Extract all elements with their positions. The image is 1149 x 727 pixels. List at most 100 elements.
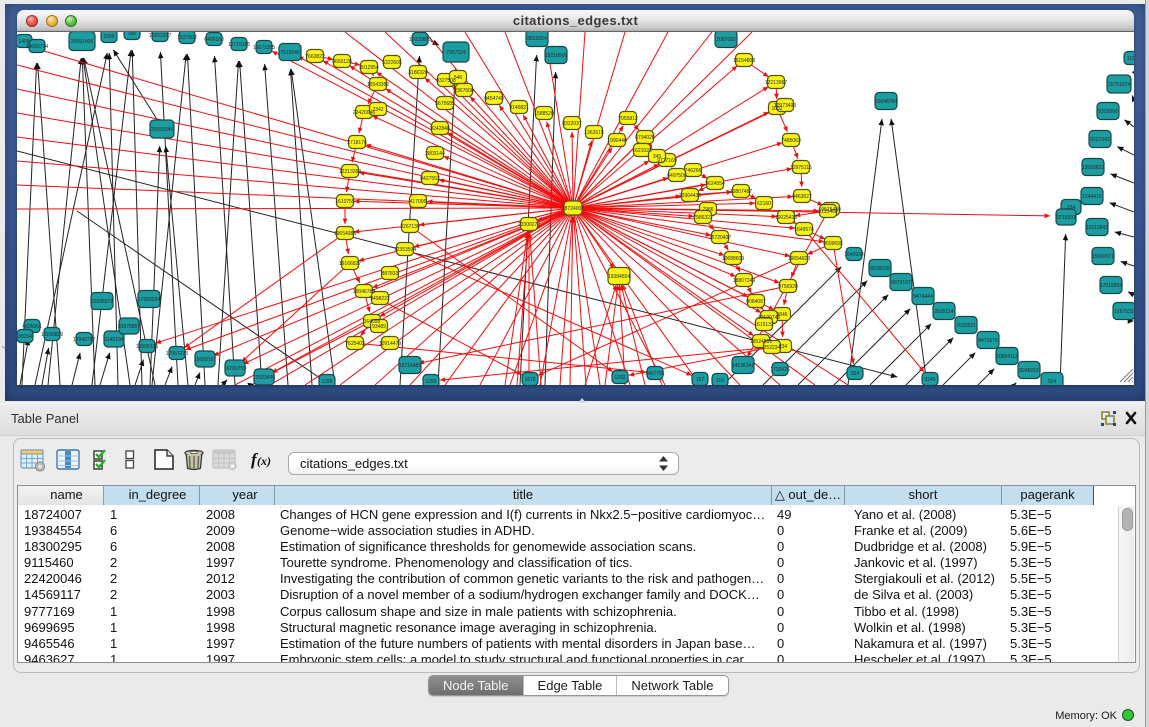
svg-text:1649574: 1649574 xyxy=(794,227,814,233)
svg-text:12942757: 12942757 xyxy=(73,337,95,343)
svg-text:3186328: 3186328 xyxy=(408,70,428,76)
svg-text:8427552: 8427552 xyxy=(420,176,440,182)
svg-text:924: 924 xyxy=(851,371,860,377)
svg-text:1167533: 1167533 xyxy=(1114,309,1133,315)
svg-text:33975867: 33975867 xyxy=(118,324,140,330)
svg-text:5675685: 5675685 xyxy=(435,101,455,107)
svg-text:23300273: 23300273 xyxy=(518,222,540,228)
svg-text:2367608: 2367608 xyxy=(454,88,474,94)
svg-text:7515546: 7515546 xyxy=(280,50,300,56)
svg-text:20053346: 20053346 xyxy=(151,127,173,133)
svg-text:16782759: 16782759 xyxy=(224,366,246,372)
svg-text:924: 924 xyxy=(1048,379,1057,385)
svg-text:2803144: 2803144 xyxy=(425,151,445,157)
svg-text:19384554: 19384554 xyxy=(608,274,630,280)
svg-text:9245: 9245 xyxy=(924,377,935,383)
svg-text:9498222: 9498222 xyxy=(370,296,390,302)
svg-text:417006: 417006 xyxy=(410,199,427,205)
svg-text:345: 345 xyxy=(653,154,662,160)
svg-text:19654985: 19654985 xyxy=(334,231,356,237)
svg-text:6497508: 6497508 xyxy=(667,173,687,179)
svg-text:9457791: 9457791 xyxy=(645,371,665,377)
svg-text:10046788: 10046788 xyxy=(353,289,375,295)
svg-text:8454749: 8454749 xyxy=(484,96,504,102)
svg-text:19654923: 19654923 xyxy=(788,256,810,262)
svg-text:19218506: 19218506 xyxy=(545,53,567,59)
svg-text:10807487: 10807487 xyxy=(730,189,752,195)
svg-text:6879197: 6879197 xyxy=(891,280,911,286)
svg-text:12213369: 12213369 xyxy=(339,169,361,175)
svg-text:12923448: 12923448 xyxy=(253,375,275,381)
svg-text:9084067: 9084067 xyxy=(746,299,766,305)
svg-text:106: 106 xyxy=(128,32,137,37)
svg-text:2342: 2342 xyxy=(372,107,383,113)
svg-text:10025438: 10025438 xyxy=(775,215,797,221)
svg-text:18807249: 18807249 xyxy=(733,278,755,284)
svg-text:8912954: 8912954 xyxy=(359,65,379,71)
svg-text:39154: 39154 xyxy=(18,334,32,340)
svg-text:1678: 1678 xyxy=(524,377,535,383)
svg-text:9242848: 9242848 xyxy=(430,126,450,132)
svg-text:1990448: 1990448 xyxy=(607,138,627,144)
svg-text:8660128: 8660128 xyxy=(332,59,352,65)
svg-text:2099: 2099 xyxy=(103,34,114,40)
svg-text:14136141: 14136141 xyxy=(732,363,754,369)
svg-text:6794028: 6794028 xyxy=(635,135,655,141)
svg-text:6466160: 6466160 xyxy=(204,37,224,43)
svg-text:116: 116 xyxy=(716,378,724,384)
svg-text:19958167: 19958167 xyxy=(194,357,216,363)
svg-text:12975115: 12975115 xyxy=(790,165,812,171)
svg-text:7485063: 7485063 xyxy=(781,138,801,144)
svg-text:20991406: 20991406 xyxy=(71,39,93,45)
svg-text:1292: 1292 xyxy=(425,379,436,385)
svg-text:7986322: 7986322 xyxy=(693,215,713,221)
svg-text:16671355: 16671355 xyxy=(253,45,275,51)
svg-text:62160: 62160 xyxy=(757,201,771,207)
svg-text:10914479: 10914479 xyxy=(379,341,401,347)
svg-text:14055714: 14055714 xyxy=(26,44,48,50)
svg-text:12156829: 12156829 xyxy=(41,332,63,338)
svg-text:17359924: 17359924 xyxy=(138,297,160,303)
svg-text:2087682: 2087682 xyxy=(716,37,736,43)
svg-text:1112: 1112 xyxy=(1127,56,1134,62)
svg-text:15751074: 15751074 xyxy=(1108,82,1130,88)
svg-text:16154808: 16154808 xyxy=(733,58,755,64)
svg-text:9115460: 9115460 xyxy=(818,209,837,215)
svg-text:3624554: 3624554 xyxy=(705,181,725,187)
svg-text:18724007: 18724007 xyxy=(562,206,584,212)
svg-text:887833: 887833 xyxy=(382,271,399,277)
svg-text:7625402: 7625402 xyxy=(345,341,365,347)
svg-text:9146821: 9146821 xyxy=(509,105,529,111)
svg-text:5322605: 5322605 xyxy=(382,60,402,66)
svg-text:17957275: 17957275 xyxy=(166,351,188,357)
svg-text:1362615: 1362615 xyxy=(584,130,604,136)
svg-text:16033809: 16033809 xyxy=(409,37,431,43)
svg-text:7955812: 7955812 xyxy=(618,116,638,122)
svg-text:1145194: 1145194 xyxy=(104,337,123,343)
svg-text:1621022: 1621022 xyxy=(632,148,652,154)
svg-text:12353594: 12353594 xyxy=(394,247,416,253)
svg-text:20206578: 20206578 xyxy=(91,299,113,305)
svg-text:1640934: 1640934 xyxy=(844,252,864,258)
svg-text:1527602: 1527602 xyxy=(177,35,197,41)
svg-text:17016504: 17016504 xyxy=(1100,283,1122,289)
svg-text:3267130: 3267130 xyxy=(400,224,420,230)
svg-text:2935114: 2935114 xyxy=(934,309,953,315)
svg-text:10120746: 10120746 xyxy=(758,315,780,321)
svg-text:9463627: 9463627 xyxy=(792,194,812,200)
svg-text:16648764: 16648764 xyxy=(875,99,897,105)
svg-text:15692971: 15692971 xyxy=(1092,254,1114,260)
svg-text:93489: 93489 xyxy=(372,324,386,330)
svg-text:1615132: 1615132 xyxy=(754,322,774,328)
svg-text:746266: 746266 xyxy=(685,168,702,174)
svg-text:157: 157 xyxy=(696,377,705,383)
svg-text:12505135: 12505135 xyxy=(136,344,158,350)
svg-text:12093822: 12093822 xyxy=(1082,165,1104,171)
svg-text:9474444: 9474444 xyxy=(913,294,933,300)
svg-text:12213967: 12213967 xyxy=(765,80,787,86)
svg-text:2718176: 2718176 xyxy=(347,140,367,146)
svg-text:1395: 1395 xyxy=(321,379,332,385)
svg-text:9227342: 9227342 xyxy=(1090,137,1110,143)
svg-text:10973493: 10973493 xyxy=(774,103,796,109)
svg-text:124: 124 xyxy=(1067,205,1076,211)
